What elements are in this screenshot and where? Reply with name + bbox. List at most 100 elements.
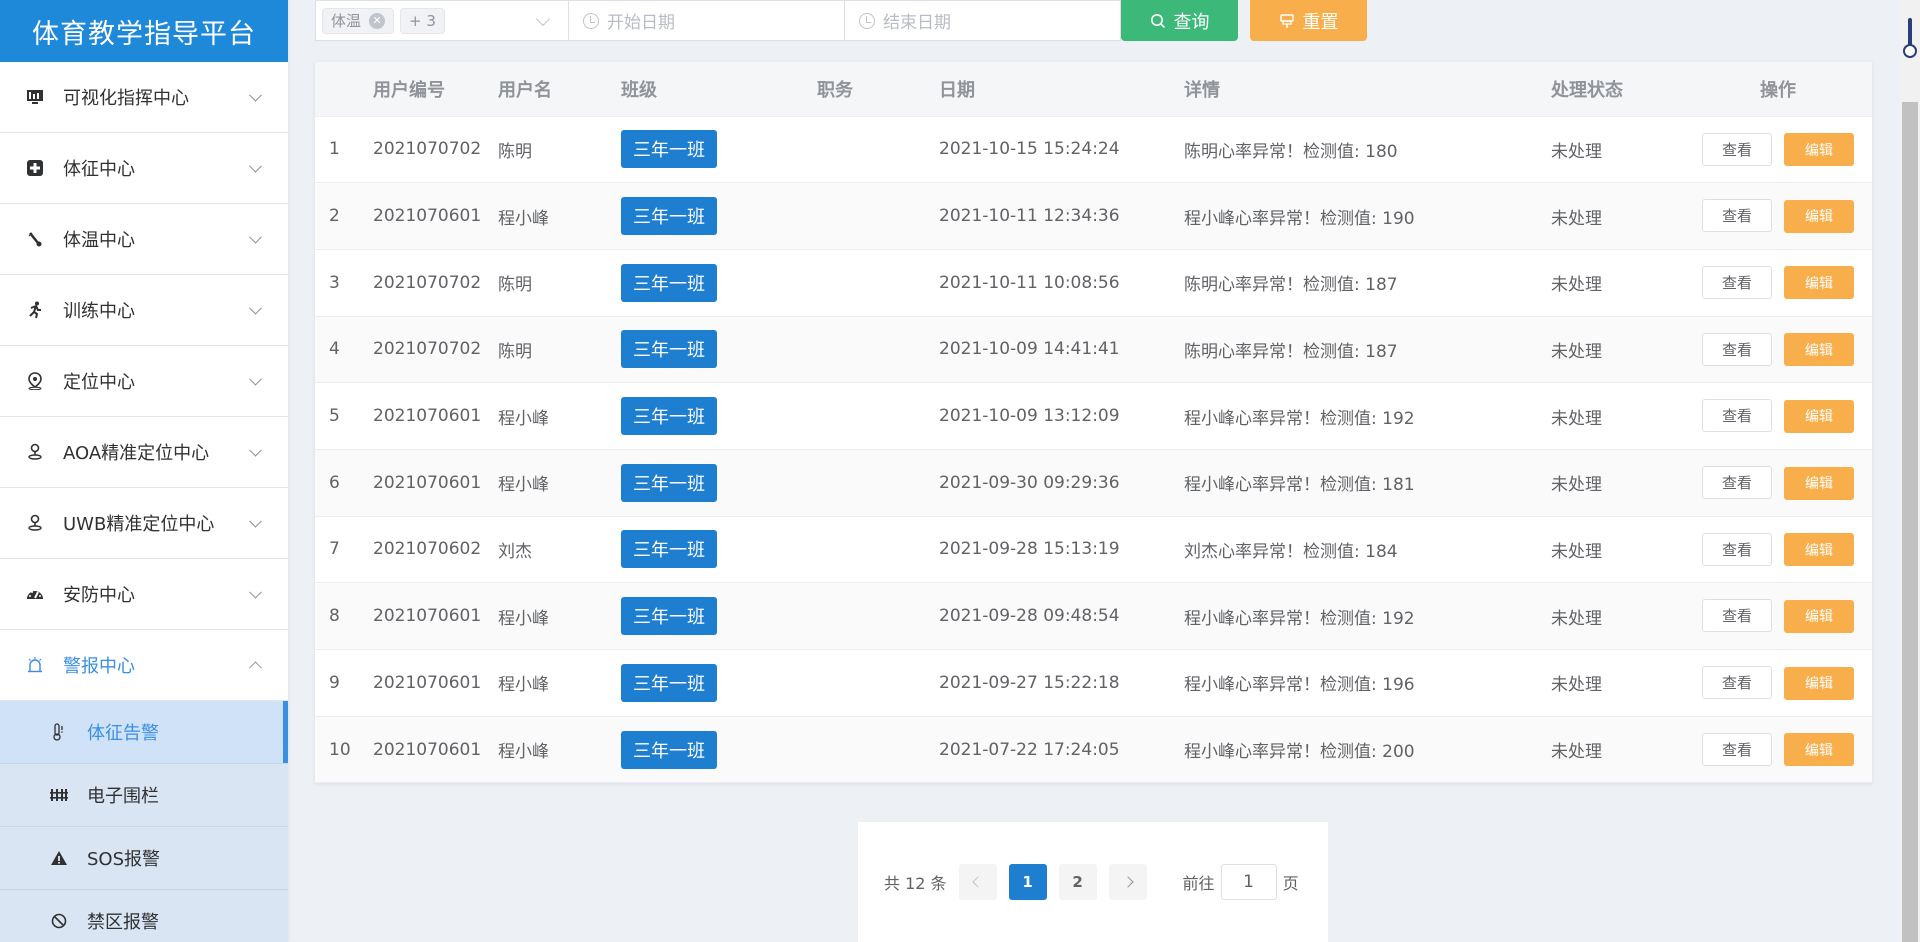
medical-cross-icon [25,158,45,178]
date-cell: 2021-09-27 15:22:18 [939,649,1184,717]
menu-item-security[interactable]: 安防中心 [0,559,288,630]
edit-button[interactable]: 编辑 [1784,399,1854,433]
role-cell [817,116,939,184]
username-cell: 陈明 [498,316,621,384]
class-cell: 三年一班 [621,382,817,450]
role-cell [817,516,939,584]
page-2-button[interactable]: 2 [1058,864,1097,900]
col-header-class: 班级 [621,62,817,117]
submenu-item-label: 电子围栏 [87,786,159,807]
menu-item-temperature[interactable]: 体温中心 [0,204,288,275]
view-button[interactable]: 查看 [1702,199,1772,233]
pagination: 共 12 条 1 2 前往 页 [858,822,1328,942]
menu-item-label: 训练中心 [63,301,135,322]
edit-button[interactable]: 编辑 [1784,133,1854,167]
goto-page-input[interactable] [1220,864,1277,900]
reset-button[interactable]: 重置 [1250,0,1367,41]
date-cell: 2021-07-22 17:24:05 [939,716,1184,784]
view-button[interactable]: 查看 [1702,599,1772,633]
total-count: 共 12 条 [884,874,947,893]
edit-button[interactable]: 编辑 [1784,666,1854,700]
warning-icon [49,848,69,868]
class-tag: 三年一班 [621,530,717,569]
view-button[interactable]: 查看 [1702,532,1772,566]
date-cell: 2021-09-28 15:13:19 [939,516,1184,584]
row-index: 3 [315,249,373,317]
menu-item-uwb-positioning[interactable]: UWB精准定位中心 [0,488,288,559]
menu-item-vital-signs[interactable]: 体征中心 [0,133,288,204]
query-button[interactable]: 查询 [1121,0,1238,41]
username-cell: 陈明 [498,249,621,317]
edit-button[interactable]: 编辑 [1784,466,1854,500]
submenu-item-label: SOS报警 [87,849,161,870]
page-1-button[interactable]: 1 [1008,864,1047,900]
scrollbar-thumb[interactable] [1902,102,1918,942]
submenu-item-label: 禁区报警 [87,912,159,933]
detail-cell: 刘杰心率异常！检测值: 184 [1184,516,1551,584]
view-button[interactable]: 查看 [1702,332,1772,366]
menu-item-label: UWB精准定位中心 [63,514,215,535]
view-button[interactable]: 查看 [1702,132,1772,166]
actions-cell: 查看 编辑 [1684,449,1872,517]
fence-icon [49,785,69,805]
page-suffix: 页 [1282,874,1299,893]
user-id-cell: 2021070601 [373,649,498,717]
edit-button[interactable]: 编辑 [1784,199,1854,233]
end-date-input[interactable]: 结束日期 [845,0,1121,41]
chevron-down-icon [249,159,262,173]
submenu-item-sos[interactable]: SOS报警 [0,827,288,890]
menu-item-visual-command[interactable]: 可视化指挥中心 [0,62,288,133]
col-header-date: 日期 [939,62,1184,117]
chevron-down-icon [249,585,262,599]
user-id-cell: 2021070601 [373,182,498,250]
class-tag: 三年一班 [621,397,717,436]
edit-button[interactable]: 编辑 [1784,266,1854,300]
actions-cell: 查看 编辑 [1684,649,1872,717]
table-row: 7 2021070602 刘杰 三年一班 2021-09-28 15:13:19 刘杰心率… [315,516,1872,584]
menu-item-training[interactable]: 训练中心 [0,275,288,346]
row-index: 6 [315,449,373,517]
menu-item-positioning[interactable]: 定位中心 [0,346,288,417]
edit-button[interactable]: 编辑 [1784,599,1854,633]
view-button[interactable]: 查看 [1702,732,1772,766]
reset-button-label: 重置 [1302,11,1339,33]
view-button[interactable]: 查看 [1702,666,1772,700]
actions-cell: 查看 编辑 [1684,182,1872,250]
view-button[interactable]: 查看 [1702,265,1772,299]
class-cell: 三年一班 [621,716,817,784]
next-page-button[interactable] [1108,864,1147,900]
class-cell: 三年一班 [621,116,817,184]
submenu-item-restricted-zone[interactable]: 禁区报警 [0,890,288,942]
edit-button[interactable]: 编辑 [1784,733,1854,767]
row-index: 1 [315,116,373,184]
view-button[interactable]: 查看 [1702,399,1772,433]
class-cell: 三年一班 [621,316,817,384]
selected-tag-label: 体温 [331,12,362,30]
chevron-down-icon [535,11,551,27]
menu-item-label: 安防中心 [63,585,135,606]
edit-button[interactable]: 编辑 [1784,533,1854,567]
app-title: 体育教学指导平台 [0,0,288,62]
class-cell: 三年一班 [621,649,817,717]
row-index: 4 [315,316,373,384]
detail-cell: 程小峰心率异常！检测值: 192 [1184,582,1551,650]
chevron-up-icon [249,661,262,675]
menu-item-aoa-positioning[interactable]: AOA精准定位中心 [0,417,288,488]
tag-close-icon[interactable]: ✕ [369,12,386,29]
table-row: 2 2021070601 程小峰 三年一班 2021-10-11 12:34:36 程小峰… [315,182,1872,250]
start-date-input[interactable]: 开始日期 [569,0,845,41]
prev-page-button[interactable] [958,864,997,900]
submenu-item-vital-alarm[interactable]: 体征告警 [0,701,288,764]
view-button[interactable]: 查看 [1702,466,1772,500]
vertical-scrollbar[interactable] [1900,0,1920,942]
date-cell: 2021-10-09 14:41:41 [939,316,1184,384]
detail-cell: 程小峰心率异常！检测值: 181 [1184,449,1551,517]
edit-button[interactable]: 编辑 [1784,333,1854,367]
menu-item-alarm-center[interactable]: 警报中心 [0,630,288,701]
class-tag: 三年一班 [621,663,717,702]
alarm-type-select[interactable]: 体温 ✕ + 3 [315,0,569,41]
class-cell: 三年一班 [621,516,817,584]
status-cell: 未处理 [1551,182,1684,250]
submenu-item-geofence[interactable]: 电子围栏 [0,764,288,827]
user-id-cell: 2021070702 [373,249,498,317]
